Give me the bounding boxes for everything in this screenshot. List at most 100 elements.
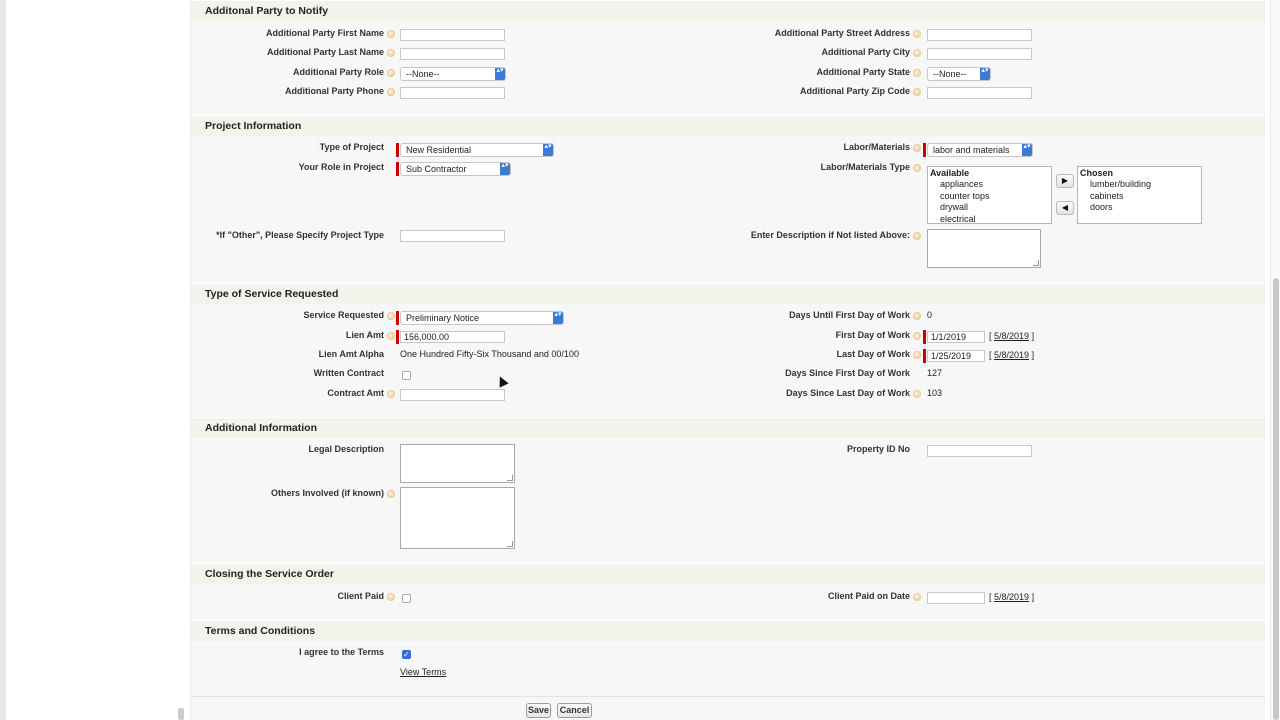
section-header-additional-info: Additional Information [191, 417, 1265, 438]
section-header-additional-party: Additonal Party to Notify [191, 0, 1265, 21]
today-date[interactable]: 5/8/2019 [994, 592, 1029, 602]
others-involved-textarea[interactable] [400, 487, 515, 549]
help-icon[interactable] [387, 69, 395, 77]
remove-arrow-button[interactable]: ◀ [1056, 201, 1074, 215]
zip-label: Additional Party Zip Code [799, 86, 910, 96]
available-listbox[interactable]: Available appliances counter tops drywal… [927, 166, 1052, 224]
help-icon[interactable] [913, 593, 921, 601]
project-type-select[interactable]: New Residential ▴▾ [400, 143, 554, 157]
client-paid-label: Client Paid [337, 591, 384, 601]
section-title: Closing the Service Order [205, 568, 334, 580]
required-marker [396, 162, 399, 176]
list-item[interactable]: electrical [928, 214, 1051, 224]
help-icon[interactable] [387, 30, 395, 38]
first-name-input[interactable] [400, 29, 505, 41]
chevron-updown-icon: ▴▾ [1022, 143, 1032, 156]
phone-input[interactable] [400, 87, 505, 99]
cancel-button[interactable]: Cancel [557, 703, 592, 718]
scrollbar-thumb[interactable] [1273, 278, 1279, 720]
lien-amt-label: Lien Amt [345, 330, 384, 340]
client-paid-date-label: Client Paid on Date [827, 591, 910, 601]
help-icon[interactable] [913, 164, 921, 172]
legal-description-label: Legal Description [308, 444, 384, 454]
list-item[interactable]: doors [1078, 202, 1201, 214]
state-select-value: --None-- [933, 69, 967, 79]
role-select-value: --None-- [406, 69, 440, 79]
since-first-label: Days Since First Day of Work [785, 368, 910, 378]
save-button[interactable]: Save [526, 703, 551, 718]
list-item[interactable]: appliances [928, 179, 1051, 191]
since-first-value: 127 [927, 368, 943, 378]
help-icon[interactable] [387, 490, 395, 498]
others-involved-label: Others Involved (if known) [270, 488, 384, 498]
client-paid-date-input[interactable] [927, 592, 985, 604]
description-textarea[interactable] [927, 229, 1041, 268]
first-name-label: Additional Party First Name [265, 28, 384, 38]
state-select[interactable]: --None-- ▴▾ [927, 67, 991, 81]
available-header: Available [930, 168, 970, 178]
help-icon[interactable] [387, 390, 395, 398]
first-day-today-link[interactable]: [ 5/8/2019 ] [989, 331, 1034, 341]
section-title: Type of Service Requested [205, 288, 339, 300]
form-divider [191, 696, 1265, 697]
sidebar-handle[interactable] [178, 708, 184, 720]
section-header-terms: Terms and Conditions [191, 620, 1265, 641]
other-type-label: *If "Other", Please Specify Project Type [216, 230, 384, 240]
help-icon[interactable] [387, 593, 395, 601]
help-icon[interactable] [913, 312, 921, 320]
lien-amt-input[interactable]: 156,000.00 [400, 331, 505, 343]
first-day-input[interactable]: 1/1/2019 [927, 331, 985, 343]
today-date[interactable]: 5/8/2019 [994, 350, 1029, 360]
zip-input[interactable] [927, 87, 1032, 99]
client-paid-checkbox[interactable] [402, 594, 411, 603]
help-icon[interactable] [387, 49, 395, 57]
help-icon[interactable] [913, 88, 921, 96]
list-item[interactable]: lumber/building [1078, 179, 1201, 191]
help-icon[interactable] [913, 351, 921, 359]
help-icon[interactable] [913, 49, 921, 57]
project-role-label: Your Role in Project [298, 162, 384, 172]
help-icon[interactable] [387, 312, 395, 320]
role-select[interactable]: --None-- ▴▾ [400, 67, 506, 81]
client-paid-today-link[interactable]: [ 5/8/2019 ] [989, 592, 1034, 602]
chosen-listbox[interactable]: Chosen lumber/building cabinets doors [1077, 166, 1202, 224]
last-name-input[interactable] [400, 48, 505, 60]
help-icon[interactable] [387, 88, 395, 96]
add-arrow-button[interactable]: ▶ [1056, 174, 1074, 188]
required-marker [396, 311, 399, 325]
role-label: Additional Party Role [292, 67, 384, 77]
today-date[interactable]: 5/8/2019 [994, 331, 1029, 341]
other-type-input[interactable] [400, 230, 505, 242]
street-label: Additional Party Street Address [774, 28, 910, 38]
lien-alpha-value: One Hundred Fifty-Six Thousand and 00/10… [400, 349, 579, 359]
contract-amt-input[interactable] [400, 389, 505, 401]
list-item[interactable]: cabinets [1078, 191, 1201, 203]
last-day-today-link[interactable]: [ 5/8/2019 ] [989, 350, 1034, 360]
agree-terms-checkbox[interactable]: ✓ [402, 650, 411, 659]
vertical-scrollbar[interactable] [1270, 0, 1280, 720]
labor-select[interactable]: labor and materials ▴▾ [927, 143, 1033, 157]
help-icon[interactable] [913, 332, 921, 340]
help-icon[interactable] [913, 30, 921, 38]
city-input[interactable] [927, 48, 1032, 60]
required-marker [396, 330, 399, 344]
view-terms-link[interactable]: View Terms [400, 667, 446, 677]
required-marker [923, 349, 926, 363]
property-id-input[interactable] [927, 445, 1032, 457]
help-icon[interactable] [387, 332, 395, 340]
street-input[interactable] [927, 29, 1032, 41]
chevron-updown-icon: ▴▾ [553, 311, 563, 324]
help-icon[interactable] [913, 144, 921, 152]
service-requested-select[interactable]: Preliminary Notice ▴▾ [400, 311, 564, 325]
legal-description-textarea[interactable] [400, 444, 515, 483]
list-item[interactable]: counter tops [928, 191, 1051, 203]
help-icon[interactable] [913, 69, 921, 77]
help-icon[interactable] [913, 390, 921, 398]
contract-amt-label: Contract Amt [327, 388, 384, 398]
last-day-input[interactable]: 1/25/2019 [927, 350, 985, 362]
project-role-select[interactable]: Sub Contractor ▴▾ [400, 162, 511, 176]
help-icon[interactable] [913, 232, 921, 240]
required-marker [396, 143, 399, 157]
written-contract-checkbox[interactable] [402, 371, 411, 380]
list-item[interactable]: drywall [928, 202, 1051, 214]
